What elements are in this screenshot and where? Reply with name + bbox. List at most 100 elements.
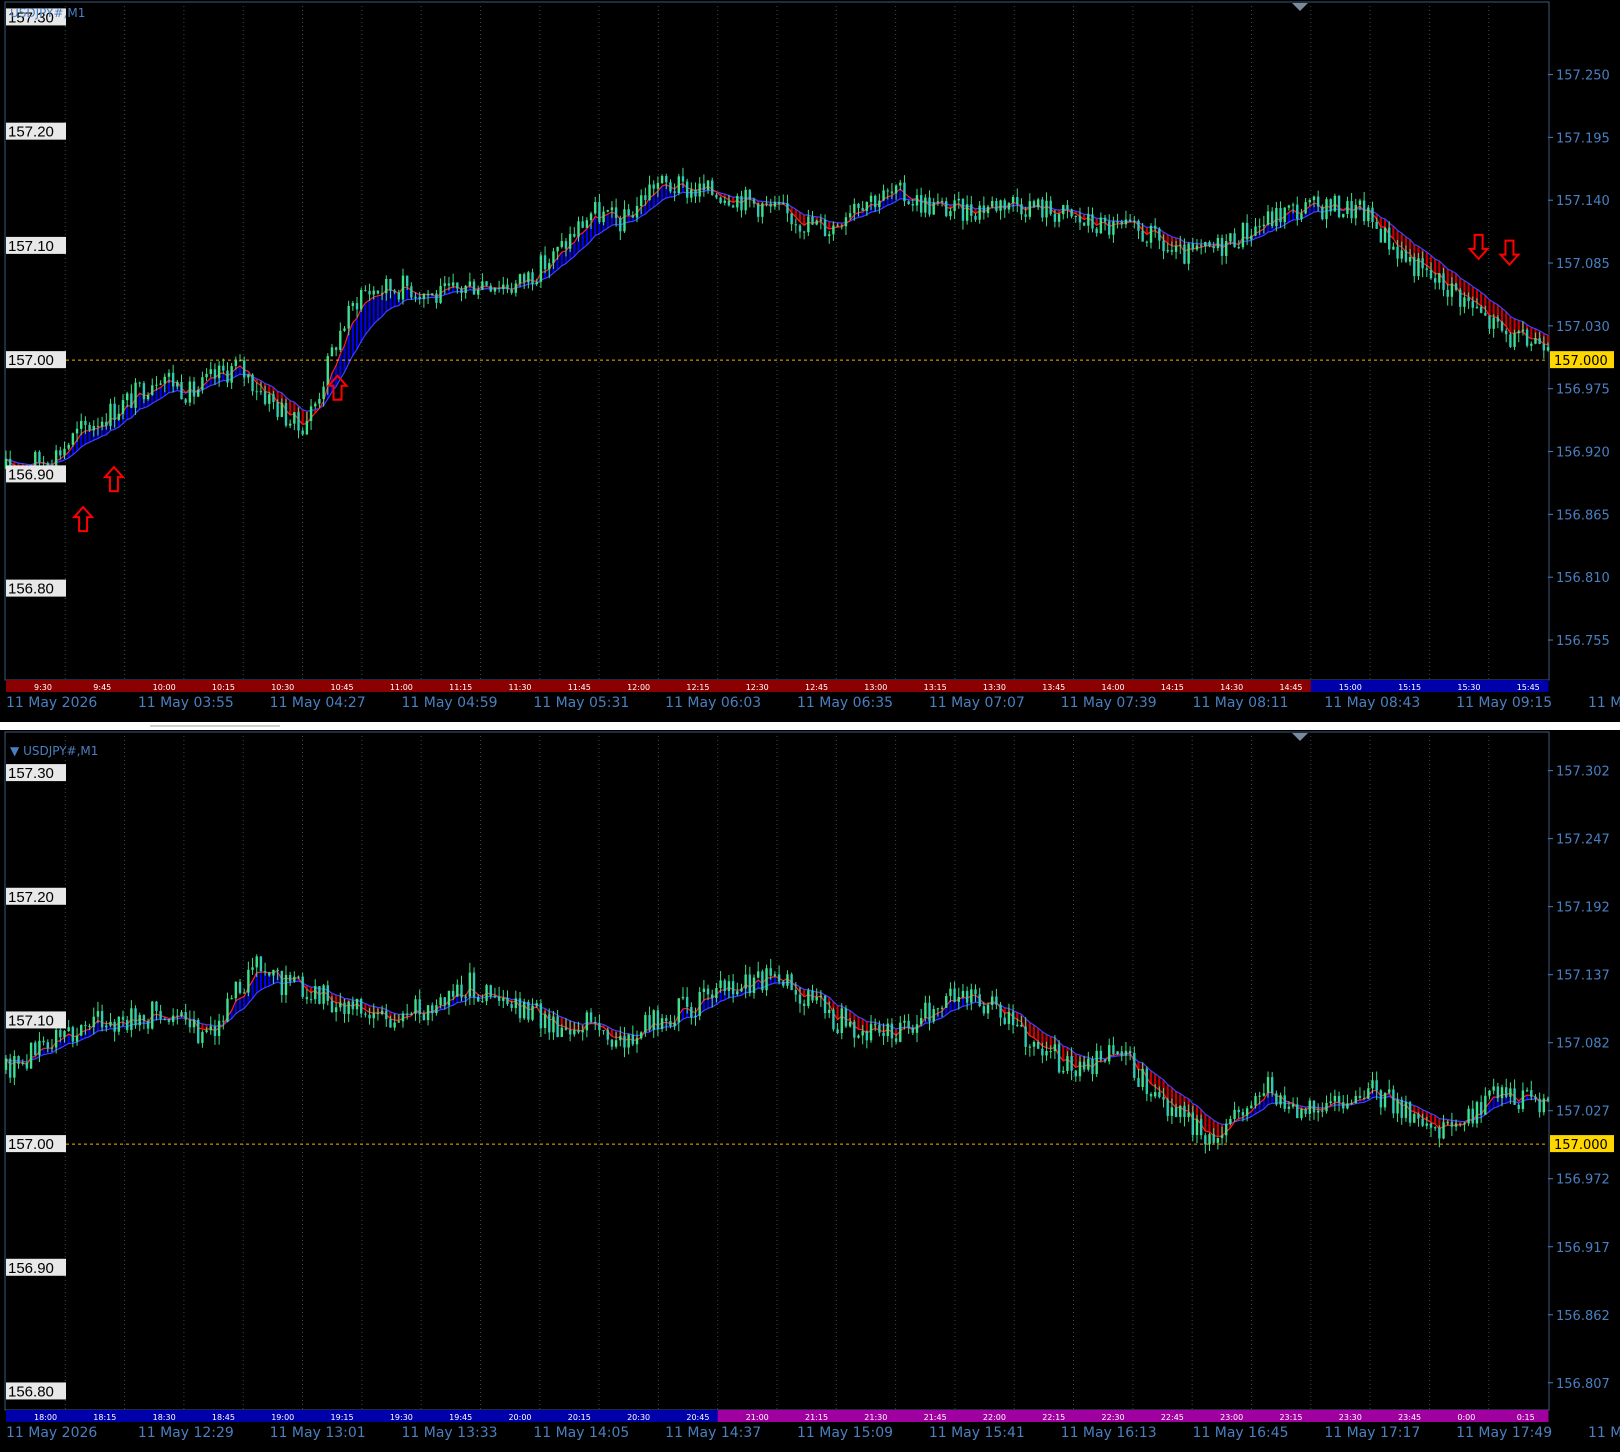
candle-body <box>874 1024 877 1026</box>
candle-body <box>848 213 852 218</box>
candle-body <box>176 382 179 387</box>
candle-body <box>339 330 342 350</box>
candle-body <box>1291 204 1295 206</box>
candle-body <box>113 403 116 420</box>
candle-body <box>548 1014 551 1033</box>
price-chart-top[interactable]: 157.30157.20157.10157.00156.90156.80157.… <box>0 0 1620 722</box>
session-bar-label: 20:15 <box>568 1413 591 1422</box>
candle-body <box>180 1012 183 1017</box>
candle-body <box>723 980 726 992</box>
time-axis-label: 11 May 14:37 <box>665 1425 761 1441</box>
candle-body <box>1433 1127 1437 1129</box>
candle-body <box>1183 1105 1186 1117</box>
candle-body <box>447 283 451 286</box>
candle-body <box>815 997 818 1001</box>
candle-body <box>594 202 597 214</box>
candle-body <box>38 1040 41 1056</box>
candle-body <box>648 184 651 200</box>
candle-body <box>268 394 271 404</box>
candle-body <box>1095 1050 1098 1075</box>
candle-body <box>155 1001 158 1012</box>
candle-body <box>251 374 254 392</box>
candle-body <box>410 1013 413 1015</box>
candle-body <box>740 195 743 211</box>
candle-body <box>518 274 522 284</box>
candle-body <box>1191 1112 1194 1136</box>
candle-body <box>970 204 973 216</box>
candle-body <box>485 281 488 286</box>
candle-body <box>376 290 380 294</box>
candle-body <box>42 1040 45 1043</box>
candle-body <box>380 293 384 295</box>
candle-body <box>869 1024 873 1041</box>
candle-body <box>656 183 660 189</box>
candle-body <box>385 279 388 294</box>
candle-body <box>184 1012 187 1020</box>
session-bar-label: 10:45 <box>331 683 354 692</box>
candle-body <box>1245 1108 1249 1116</box>
symbol-label: USDJPY#,M1 <box>10 6 86 20</box>
session-bar-label: 14:45 <box>1279 683 1302 692</box>
session-bar-label: 11:15 <box>449 683 472 692</box>
candle-body <box>1204 242 1207 247</box>
candle-body <box>1124 1050 1128 1056</box>
scroll-marker-icon[interactable] <box>1292 3 1308 11</box>
candle-body <box>121 400 125 414</box>
candle-body <box>585 220 589 228</box>
chart-pane-bottom[interactable]: 157.30 157.20 157.10 157.00 156.90 156.80 157.… <box>0 730 1620 1452</box>
price-axis-label: 156.975 <box>1556 383 1610 398</box>
candle-body <box>1041 199 1044 218</box>
candle-body <box>322 386 325 399</box>
candle-body <box>1383 227 1387 243</box>
collapse-triangle-icon[interactable]: ▼ <box>10 744 19 758</box>
price-chart-bottom[interactable]: 157.30 157.20 157.10 157.00 156.90 156.80 157.… <box>0 730 1620 1452</box>
candle-body <box>832 225 835 235</box>
candle-body <box>100 1011 104 1028</box>
candle-body <box>334 1007 338 1012</box>
candle-body <box>405 1013 409 1015</box>
candle-body <box>560 1027 563 1038</box>
candle-body <box>857 1035 860 1038</box>
candle-body <box>648 1015 651 1030</box>
time-axis-label: 11 May 08:43 <box>1324 695 1420 711</box>
candle-body <box>610 207 614 211</box>
candle-body <box>1404 1102 1408 1118</box>
current-price-text: 157.000 <box>1554 1138 1608 1153</box>
session-bar-label: 11:30 <box>508 683 531 692</box>
candle-body <box>1358 200 1362 205</box>
time-axis-label: 11 May 16:45 <box>1193 1425 1289 1441</box>
session-bar-label: 22:30 <box>1102 1413 1125 1422</box>
candle-body <box>1350 1103 1353 1105</box>
candle-body <box>1287 205 1291 208</box>
candle-body <box>100 421 104 427</box>
time-axis-label: 11 May 13:01 <box>270 1425 366 1441</box>
session-bar-label: 0:15 <box>1517 1413 1535 1422</box>
candle-body <box>1041 1048 1044 1056</box>
time-axis-label: 11 May 04:59 <box>402 695 498 711</box>
candle-body <box>1233 233 1236 248</box>
candle-body <box>694 189 697 197</box>
candle-body <box>259 391 263 393</box>
candle-body <box>117 413 121 420</box>
candle-body <box>263 971 267 973</box>
time-axis-label: 11 May 06:03 <box>665 695 761 711</box>
candle-body <box>405 275 409 287</box>
level-label-text: 156.80 <box>8 581 54 598</box>
candle-body <box>581 221 584 228</box>
session-bar-label: 11:00 <box>390 683 413 692</box>
candle-body <box>1459 289 1462 307</box>
scroll-marker-icon[interactable] <box>1292 733 1308 741</box>
candle-body <box>568 233 572 249</box>
candle-body <box>798 225 802 232</box>
candle-body <box>355 998 359 1010</box>
price-axis-label: 156.755 <box>1556 634 1610 649</box>
chart-pane-top[interactable]: 157.30 157.20 157.10 157.00 156.90 156.80 157.… <box>0 0 1620 722</box>
candle-body <box>92 426 95 431</box>
candle-body <box>1459 1123 1462 1125</box>
candle-body <box>38 451 41 463</box>
candle-body <box>318 398 321 404</box>
pane-divider[interactable] <box>0 722 1620 730</box>
candle-body <box>1103 217 1107 222</box>
candle-body <box>1078 1061 1082 1077</box>
candle-body <box>1379 1090 1383 1108</box>
